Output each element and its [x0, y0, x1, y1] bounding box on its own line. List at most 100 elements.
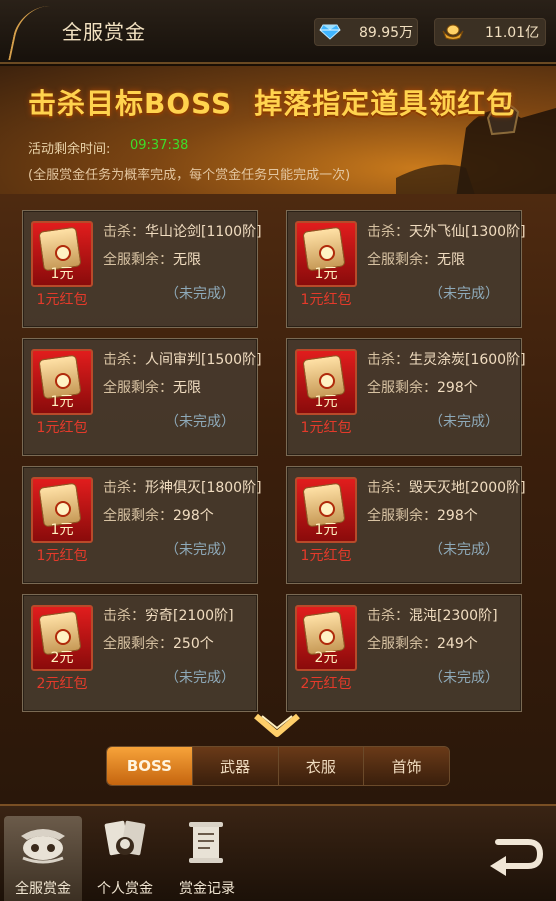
bounty-card[interactable]: 1元 1元红包 击杀：华山论剑[1100阶] 全服剩余：无限 （未完成）: [22, 210, 262, 328]
remaining-count: 298个: [173, 508, 214, 524]
red-envelope-icon: 1元: [31, 349, 93, 415]
target-boss: 生灵涂炭[1600阶]: [409, 352, 526, 368]
headline-part-1: 击杀目标BOSS: [28, 87, 233, 120]
tab-clothes[interactable]: 衣服: [278, 747, 365, 785]
envelope-coin: [319, 245, 335, 261]
bounty-card[interactable]: 1元 1元红包 击杀：人间审判[1500阶] 全服剩余：无限 （未完成）: [22, 338, 262, 456]
red-envelope-icon: 2元: [31, 605, 93, 671]
remain-prefix: 全服剩余：: [103, 636, 173, 652]
envelope-amount: 1元: [314, 394, 338, 410]
red-envelope-icon: 1元: [31, 477, 93, 543]
completion-status: （未完成）: [165, 414, 235, 430]
server-remaining: 全服剩余：无限: [367, 249, 465, 269]
remaining-count: 无限: [437, 252, 465, 268]
timer-label: 活动剩余时间:: [28, 142, 111, 157]
remain-prefix: 全服剩余：: [367, 636, 437, 652]
kill-target: 击杀：形神俱灭[1800阶]: [103, 477, 262, 497]
nav-server-bounty[interactable]: 全服赏金: [4, 816, 82, 901]
completion-status: （未完成）: [165, 542, 235, 558]
envelope-coin: [55, 629, 71, 645]
envelope-amount: 2元: [314, 650, 338, 666]
bottom-navigation: 全服赏金 个人赏金 赏金记录: [0, 804, 556, 901]
tab-weapon[interactable]: 武器: [192, 747, 279, 785]
envelope-coin: [319, 373, 335, 389]
kill-target: 击杀：华山论剑[1100阶]: [103, 221, 262, 241]
remaining-count: 249个: [437, 636, 478, 652]
nav-label: 个人赏金: [97, 881, 153, 897]
target-prefix: 击杀：: [103, 480, 145, 496]
completion-status: （未完成）: [429, 414, 499, 430]
server-remaining: 全服剩余：298个: [367, 377, 478, 397]
target-boss: 混沌[2300阶]: [409, 608, 498, 624]
server-remaining: 全服剩余：298个: [103, 505, 214, 525]
server-remaining: 全服剩余：250个: [103, 633, 214, 653]
event-note: (全服赏金任务为概率完成，每个赏金任务只能完成一次): [28, 168, 351, 183]
red-envelope-icon: 2元: [295, 605, 357, 671]
remain-prefix: 全服剩余：: [103, 508, 173, 524]
envelope-amount: 1元: [314, 522, 338, 538]
envelope-amount: 1元: [50, 394, 74, 410]
envelope-amount: 2元: [50, 650, 74, 666]
kill-target: 击杀：混沌[2300阶]: [367, 605, 498, 625]
diamond-balance: 89.95万: [314, 18, 418, 46]
countdown-timer: 09:37:38: [130, 138, 189, 153]
server-remaining: 全服剩余：298个: [367, 505, 478, 525]
red-envelope-icon: 1元: [295, 349, 357, 415]
remaining-count: 250个: [173, 636, 214, 652]
target-boss: 天外飞仙[1300阶]: [409, 224, 526, 240]
reward-label: 1元红包: [300, 420, 352, 436]
remain-prefix: 全服剩余：: [367, 380, 437, 396]
diamond-icon: [319, 24, 341, 40]
bounty-card[interactable]: 2元 2元红包 击杀：穷奇[2100阶] 全服剩余：250个 （未完成）: [22, 594, 258, 712]
envelope-amount: 1元: [50, 522, 74, 538]
completion-status: （未完成）: [429, 542, 499, 558]
page-title: 全服赏金: [62, 20, 146, 44]
remaining-count: 无限: [173, 252, 201, 268]
gold-ingot-icon: [442, 24, 464, 40]
gold-amount: 11.01亿: [485, 25, 540, 41]
envelope-coin: [319, 501, 335, 517]
target-prefix: 击杀：: [103, 608, 145, 624]
nav-label: 全服赏金: [15, 881, 71, 897]
reward-label: 1元红包: [300, 292, 352, 308]
bounty-card[interactable]: 1元 1元红包 击杀：形神俱灭[1800阶] 全服剩余：298个 （未完成）: [22, 466, 262, 584]
bounty-card[interactable]: 1元 1元红包 击杀：天外飞仙[1300阶] 全服剩余：无限 （未完成）: [286, 210, 526, 328]
tab-boss[interactable]: BOSS: [107, 747, 193, 785]
target-prefix: 击杀：: [103, 352, 145, 368]
reward-label: 1元红包: [36, 292, 88, 308]
category-tabs: BOSS 武器 衣服 首饰: [106, 746, 450, 786]
back-arrow-icon[interactable]: [484, 828, 546, 878]
server-remaining: 全服剩余：无限: [103, 377, 201, 397]
nav-personal-bounty[interactable]: 个人赏金: [86, 816, 164, 901]
target-prefix: 击杀：: [367, 224, 409, 240]
scroll-down-chevron-icon[interactable]: [252, 712, 302, 742]
target-boss: 华山论剑[1100阶]: [145, 224, 262, 240]
red-envelope-icon: 1元: [295, 221, 357, 287]
scroll-icon: [189, 822, 223, 863]
bounty-card[interactable]: 1元 1元红包 击杀：毁天灭地[2000阶] 全服剩余：298个 （未完成）: [286, 466, 526, 584]
reward-label: 1元红包: [36, 548, 88, 564]
remaining-count: 298个: [437, 380, 478, 396]
bounty-card[interactable]: 2元 2元红包 击杀：混沌[2300阶] 全服剩余：249个 （未完成）: [286, 594, 522, 712]
tab-jewelry[interactable]: 首饰: [364, 747, 449, 785]
target-prefix: 击杀：: [103, 224, 145, 240]
completion-status: （未完成）: [165, 286, 235, 302]
bounty-card[interactable]: 1元 1元红包 击杀：生灵涂炭[1600阶] 全服剩余：298个 （未完成）: [286, 338, 526, 456]
cards-icon: [104, 820, 146, 856]
reward-label: 2元红包: [300, 676, 352, 692]
nav-bounty-record[interactable]: 赏金记录: [168, 816, 246, 901]
target-boss: 形神俱灭[1800阶]: [145, 480, 262, 496]
completion-status: （未完成）: [165, 670, 235, 686]
remain-prefix: 全服剩余：: [103, 252, 173, 268]
reward-label: 2元红包: [36, 676, 88, 692]
remaining-count: 无限: [173, 380, 201, 396]
completion-status: （未完成）: [429, 670, 499, 686]
diamond-amount: 89.95万: [359, 25, 414, 41]
envelope-amount: 1元: [50, 266, 74, 282]
target-prefix: 击杀：: [367, 480, 409, 496]
remaining-count: 298个: [437, 508, 478, 524]
kill-target: 击杀：毁天灭地[2000阶]: [367, 477, 526, 497]
header-ornament: [8, 6, 50, 60]
gold-balance: 11.01亿: [434, 18, 546, 46]
remain-prefix: 全服剩余：: [103, 380, 173, 396]
